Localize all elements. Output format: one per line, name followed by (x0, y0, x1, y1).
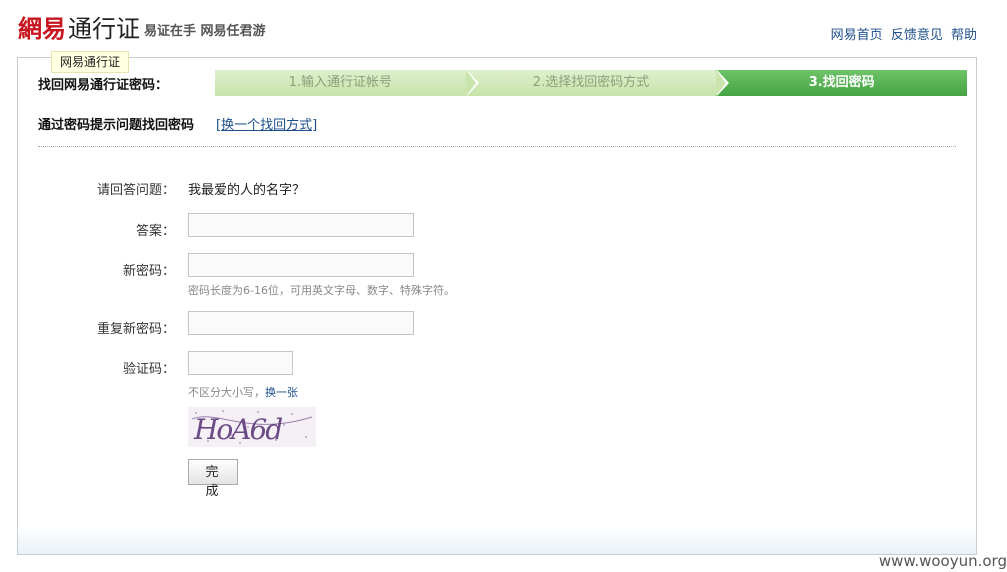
product-name: 通行证 (68, 15, 140, 43)
link-help[interactable]: 帮助 (951, 28, 977, 43)
link-feedback[interactable]: 反馈意见 (891, 28, 943, 43)
step-2-label: 2.选择找回密码方式 (532, 75, 650, 90)
step-2: 2.选择找回密码方式 (465, 70, 730, 96)
switch-method-link[interactable]: [换一个找回方式] (216, 114, 317, 133)
watermark: www.wooyun.org (878, 552, 1007, 570)
step-2-arrow-icon (716, 70, 727, 96)
question-label: 请回答问题： (96, 183, 175, 198)
new-password-input[interactable] (188, 253, 414, 277)
repeat-password-input[interactable] (188, 311, 414, 335)
step-1-label: 1.输入通行证帐号 (288, 75, 393, 90)
link-home[interactable]: 网易首页 (831, 28, 883, 43)
netease-logo: 網易 (18, 14, 66, 43)
step-3: 3.找回密码 (716, 70, 968, 96)
step-3-label: 3.找回密码 (808, 75, 875, 90)
header: 網易 通行证 易证在手 网易任君游 网易首页 反馈意见 帮助 (0, 0, 1007, 56)
captcha-image[interactable]: HoA6d (188, 407, 316, 447)
logo[interactable]: 網易 通行证 易证在手 网易任君游 (18, 14, 266, 44)
panel-footer (18, 526, 976, 554)
method-title: 通过密码提示问题找回密码 (38, 118, 195, 133)
captcha-input[interactable] (188, 351, 293, 375)
finish-button[interactable]: 完 成 (188, 459, 238, 499)
slogan: 易证在手 网易任君游 (144, 24, 266, 39)
tooltip: 网易通行证 (51, 51, 130, 73)
captcha-refresh-link[interactable]: 换一张 (265, 386, 298, 399)
new-password-label: 新密码： (122, 264, 175, 279)
answer-label: 答案： (135, 224, 175, 239)
top-links: 网易首页 反馈意见 帮助 (827, 24, 977, 43)
step-1-arrow-icon (465, 70, 476, 96)
page-title: 找回网易通行证密码： (38, 78, 169, 93)
step-progress: 1.输入通行证帐号 2.选择找回密码方式 3.找回密码 (215, 70, 968, 96)
captcha-hint: 不区分大小写，换一张 (188, 384, 298, 400)
recovery-panel: 找回网易通行证密码： 1.输入通行证帐号 2.选择找回密码方式 3.找回密码 通… (17, 57, 977, 555)
captcha-text: HoA6d (193, 413, 282, 446)
question-value: 我最爱的人的名字？ (188, 183, 306, 198)
captcha-label: 验证码： (122, 362, 175, 377)
divider (38, 146, 956, 147)
answer-input[interactable] (188, 213, 414, 237)
repeat-password-label: 重复新密码： (96, 322, 175, 337)
captcha-hint-text: 不区分大小写， (188, 386, 265, 399)
new-password-hint: 密码长度为6-16位，可用英文字母、数字、特殊字符。 (188, 284, 455, 297)
step-1: 1.输入通行证帐号 (215, 70, 479, 96)
